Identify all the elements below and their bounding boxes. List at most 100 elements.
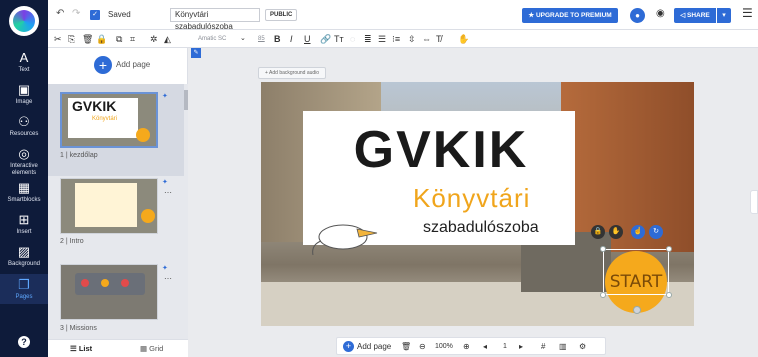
rail-item-resources[interactable]: ⚇ Resources <box>0 114 48 140</box>
list-view-tab[interactable]: ☰ List <box>70 344 92 353</box>
visibility-badge[interactable]: PUBLIC <box>265 9 298 21</box>
chevron-down-icon[interactable]: ⌄ <box>240 33 246 45</box>
page-1-action-icon[interactable]: ✦ <box>162 92 168 100</box>
document-title-input[interactable]: Könyvtári szabadulószoba <box>170 8 260 31</box>
thumb-start-dot <box>141 209 155 223</box>
share-button[interactable]: ◁ SHARE <box>674 8 716 23</box>
background-icon: ▨ <box>17 244 31 259</box>
next-page-icon[interactable]: ▸ <box>519 341 523 353</box>
line-height-icon[interactable]: ⇳ <box>408 33 416 45</box>
link-icon[interactable]: 🔗 <box>320 33 331 45</box>
italic-button[interactable]: I <box>290 33 293 45</box>
cut-icon[interactable]: ✂ <box>54 33 62 45</box>
page-2-more-icon[interactable]: ⋯ <box>164 188 172 197</box>
add-page-label: Add page <box>116 60 151 69</box>
menu-icon[interactable]: ☰ <box>742 6 753 20</box>
delete-icon[interactable]: 🗑 <box>82 33 93 45</box>
preview-eye-icon[interactable]: ◉ <box>656 8 665 19</box>
page-2-action-icon[interactable]: ✦ <box>162 178 168 186</box>
page-3-more-icon[interactable]: ⋯ <box>164 274 172 283</box>
add-bg-audio-label: Add background audio <box>269 70 320 76</box>
text-case-icon[interactable]: Tт <box>334 33 344 45</box>
animation-button[interactable]: ↻ <box>649 225 663 239</box>
user-avatar[interactable]: ● <box>630 8 645 23</box>
guides-icon[interactable]: ▥ <box>559 341 567 353</box>
align-icon[interactable]: ⌗ <box>130 33 135 45</box>
title-subtitle-2[interactable]: szabadulószoba <box>423 219 539 237</box>
resize-handle[interactable] <box>666 246 672 252</box>
page-3-action-icon[interactable]: ✦ <box>162 264 168 272</box>
page-list-scrollbar[interactable] <box>184 84 188 339</box>
zoom-in-icon[interactable]: ⊕ <box>463 341 470 353</box>
rail-item-text[interactable]: A Text <box>0 50 48 76</box>
zoom-out-icon[interactable]: ⊖ <box>419 341 426 353</box>
page-thumbnail-1[interactable]: GVKIK Könyvtári <box>60 92 158 148</box>
clear-format-icon[interactable]: T̸ <box>436 33 442 45</box>
thumb-note <box>75 183 137 227</box>
page-thumbnail-3[interactable] <box>60 264 158 320</box>
rail-item-label: Smartblocks <box>7 197 41 203</box>
text-icon: A <box>19 50 29 65</box>
rail-item-label: Interactive elements <box>10 163 38 176</box>
numbered-list-icon[interactable]: ⁝≡ <box>392 33 400 45</box>
grid-view-tab[interactable]: ▦ Grid <box>140 344 163 353</box>
bottom-add-page-button[interactable]: Add page <box>357 341 391 353</box>
resize-handle[interactable] <box>666 292 672 298</box>
rail-item-background[interactable]: ▨ Background <box>0 244 48 270</box>
page-list: GVKIK Könyvtári ✦ 1 | kezdőlap ✦ ⋯ 2 | I… <box>48 84 184 339</box>
interactive-elements-icon: ◎ <box>18 146 30 161</box>
align-center-icon[interactable]: ≣ <box>364 33 372 45</box>
rail-item-image[interactable]: ▣ Image <box>0 82 48 108</box>
font-family-select[interactable]: Amatic SC <box>198 33 246 45</box>
upgrade-to-premium-button[interactable]: ★ UPGRADE TO PREMIUM <box>522 8 618 23</box>
start-button-element[interactable]: START <box>605 251 667 313</box>
resize-handle[interactable] <box>600 246 606 252</box>
color-icon[interactable]: ◌ <box>350 33 355 45</box>
lock-icon[interactable]: 🔒 <box>96 33 107 45</box>
spacing-icon[interactable]: ⇔ <box>422 33 431 45</box>
thumb-dot <box>81 279 89 287</box>
image-icon: ▣ <box>17 82 31 97</box>
rail-item-interactive-elements[interactable]: ◎ Interactive elements <box>0 146 48 176</box>
help-icon[interactable]: ? <box>18 336 30 348</box>
genially-logo[interactable] <box>9 6 39 36</box>
font-size-input[interactable]: 85 <box>258 33 265 45</box>
copy-icon[interactable]: ⎘ <box>68 33 75 45</box>
page-thumbnail-2[interactable] <box>60 178 158 234</box>
list-icon[interactable]: ☰ <box>378 33 386 45</box>
pages-icon: ❐ <box>18 277 30 292</box>
share-options-button[interactable]: ▾ <box>717 8 731 23</box>
thumb-subtitle: Könyvtári <box>92 116 118 122</box>
smartblocks-icon: ▦ <box>17 180 31 195</box>
add-page-button[interactable]: + <box>94 56 112 74</box>
rotate-handle[interactable] <box>633 306 641 314</box>
hand-tool-icon[interactable]: ✋ <box>458 33 469 45</box>
move-object-button[interactable]: ✋ <box>609 225 623 239</box>
rail-item-smartblocks[interactable]: ▦ Smartblocks <box>0 180 48 206</box>
fill-icon[interactable]: ◭ <box>164 33 171 45</box>
scrollbar-thumb[interactable] <box>184 90 188 110</box>
title-box[interactable]: GVKIK Könyvtári szabadulószoba <box>303 111 575 256</box>
interactivity-button[interactable]: ☝ <box>631 225 645 239</box>
add-background-audio-button[interactable]: + Add background audio <box>258 67 327 79</box>
effects-icon[interactable]: ✲ <box>150 33 158 45</box>
lock-object-button[interactable]: 🔒 <box>591 225 605 239</box>
rail-item-pages[interactable]: ❐ Pages <box>0 274 48 304</box>
resize-handle[interactable] <box>600 292 606 298</box>
undo-icon[interactable]: ↶ <box>56 8 64 19</box>
title-subtitle-1[interactable]: Könyvtári <box>413 183 530 214</box>
redo-icon[interactable]: ↷ <box>72 8 80 19</box>
right-panel-toggle[interactable] <box>750 190 758 214</box>
prev-page-icon[interactable]: ◂ <box>483 341 487 353</box>
title-main[interactable]: GVKIK <box>331 119 551 181</box>
layer-icon[interactable]: ⧉ <box>116 33 122 45</box>
add-page-plus-icon[interactable]: + <box>343 341 354 352</box>
slide-canvas[interactable]: GVKIK Könyvtári szabadulószoba 🔒 ✋ ☝ ↻ S… <box>261 82 694 326</box>
rail-item-insert[interactable]: ⊞ Insert <box>0 212 48 238</box>
grid-toggle-icon[interactable]: # <box>541 341 545 353</box>
bold-button[interactable]: B <box>274 33 281 45</box>
pin-panel-icon[interactable]: ✎ <box>191 48 201 58</box>
settings-icon[interactable]: ⚙ <box>579 341 586 353</box>
delete-page-icon[interactable]: 🗑 <box>401 341 411 353</box>
underline-button[interactable]: U <box>304 33 311 45</box>
